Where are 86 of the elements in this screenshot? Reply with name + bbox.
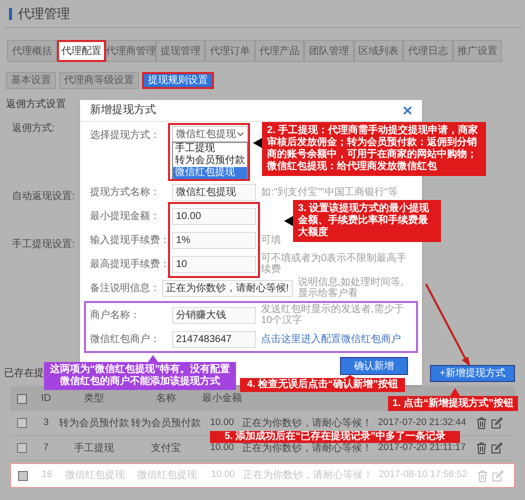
field-hint: 可不填或者为0表示不限制最高手续费: [261, 253, 408, 275]
subtab[interactable]: 提现规则设置: [142, 72, 214, 89]
form-label: 自动返现设置:: [12, 190, 75, 204]
tab[interactable]: 区域列表: [354, 40, 403, 62]
table-cell-text: 手工提现: [73, 442, 115, 456]
table-cell-text: 转为会员预付款: [58, 416, 130, 430]
callout: 这两项为“微信红包提现”特有。没有配置微信红包的商户不能添加该提现方式: [44, 362, 236, 390]
tab[interactable]: 代理产品: [254, 40, 304, 62]
trash-icon[interactable]: [476, 417, 487, 429]
table-cell-text: 支付宝: [150, 442, 182, 456]
table-cell-text: 10.00: [209, 416, 235, 430]
form-label: 备注说明信息：: [90, 282, 160, 296]
section-label: 返佣方式设置: [6, 98, 66, 112]
edit-icon[interactable]: [491, 417, 503, 429]
callout: 1. 点击“新增提现方式”按钮: [388, 396, 518, 411]
input-field[interactable]: 10: [172, 256, 256, 272]
callout: 4. 检查无误后点击“确认新增”按钮: [240, 378, 405, 392]
form-label: 手工提现设置:: [12, 238, 75, 252]
table-cell-text: 正在为你数钞，请耐心等候！: [242, 442, 372, 456]
tab[interactable]: 代理日志: [403, 40, 452, 62]
table-cell-text: 10.00: [209, 440, 235, 455]
dropdown-option[interactable]: 微信红包提现: [173, 167, 247, 179]
field-hint: 说明信息,如处理时间等,显示给客户看: [298, 277, 404, 299]
column-header: 类型: [83, 392, 105, 406]
page-title: 代理管理: [18, 4, 70, 23]
input-field[interactable]: 10.00: [172, 208, 256, 224]
tab[interactable]: 代理概括: [7, 40, 56, 62]
callout: 2. 手工提现：代理商需手动提交提现申请，商家审核后发放佣金；转为会员预付款：返佣到分销商的账号余额中，可用于在商家的网站中购物；微信红包提现：给代理商发放微信红包: [262, 122, 486, 176]
checkbox[interactable]: [17, 443, 27, 453]
column-header: ID: [40, 392, 52, 406]
table-cell-text: 转为会员预付款: [130, 416, 202, 430]
table-cell-text: 3: [42, 416, 50, 430]
subtab[interactable]: 基本设置: [6, 72, 56, 89]
checkbox[interactable]: [18, 470, 28, 480]
tab[interactable]: 团队管理: [304, 40, 354, 62]
field-hint: 发送红包时显示的发送者,需少于10个汉字: [261, 304, 405, 326]
subtab[interactable]: 代理商等级设置: [59, 72, 139, 89]
edit-icon[interactable]: [491, 442, 503, 454]
input-field[interactable]: 正在为你数钞，请耐心等候!: [162, 280, 293, 296]
checkbox[interactable]: [17, 418, 27, 428]
table-cell-text: 16: [40, 468, 54, 482]
dropdown-option[interactable]: 手工提现: [173, 143, 247, 155]
tab[interactable]: 代理订单: [205, 40, 254, 62]
form-label: 输入提现手续费：: [90, 234, 170, 248]
field-hint: 如:"到支付宝""中国工商银行"等: [261, 186, 398, 198]
table-cell-text: 2017-07-20 21:32:44: [376, 416, 468, 430]
tab[interactable]: 推广设置: [452, 40, 502, 62]
title-accent-bar: [9, 8, 12, 20]
add-method-button[interactable]: +新增提现方式: [430, 364, 515, 382]
table-cell-text: 正在为你数钞，请耐心等候！: [243, 468, 373, 483]
dropdown-option[interactable]: 转为会员预付款: [173, 155, 247, 167]
column-header: 最小金额: [202, 392, 242, 406]
config-link[interactable]: 点击这里进入配置微信红包商户: [261, 332, 401, 346]
form-label: 返佣方式:: [12, 122, 55, 136]
caret-icon: [237, 132, 244, 136]
table-cell-text: 微信红包提现: [64, 469, 126, 483]
dialog-title: 新增提现方式: [90, 102, 156, 118]
input-field[interactable]: 1%: [172, 232, 256, 248]
table-cell-text: 微信红包提现: [136, 469, 198, 483]
input-field[interactable]: 分销赚大钱: [172, 306, 256, 324]
callout: 5. 添加成功后在“已存在提现记录”中多了一条记录: [210, 431, 460, 443]
tab[interactable]: 代理商管理: [106, 40, 156, 62]
table-cell-text: 2017-07-20 21:11:17: [377, 440, 467, 455]
form-label: 最高提现手续费：: [90, 258, 170, 272]
form-label: 微信红包商户：: [90, 332, 161, 346]
form-label: 最小提现金额：: [90, 210, 161, 224]
form-label: 提现方式名称：: [90, 186, 161, 200]
table-cell-text: 7: [42, 440, 50, 455]
table-cell-text: 正在为你数钞，请耐心等候！: [242, 416, 372, 430]
tab[interactable]: 提现管理: [156, 40, 205, 62]
input-field[interactable]: 微信红包提现: [172, 184, 256, 200]
form-label: 选择提现方式：: [90, 128, 161, 143]
tab[interactable]: 代理配置: [56, 40, 106, 62]
form-label: 商户名称：: [90, 308, 141, 322]
field-hint: 可填: [261, 234, 281, 246]
table-cell-text: 2017-08-10 17:56:52: [378, 468, 468, 482]
section-label: 已存在提: [3, 366, 44, 380]
input-field[interactable]: 2147483647: [172, 330, 256, 348]
close-icon[interactable]: [403, 106, 412, 115]
table-cell-text: 10.00: [210, 468, 236, 482]
select-field[interactable]: 微信红包提现: [172, 126, 248, 142]
confirm-button[interactable]: 确认新增: [340, 357, 408, 375]
callout: 3. 设置该提现方式的最小提现金额、手续费比率和手续费最大额度: [293, 200, 441, 242]
column-header: 名称: [155, 392, 177, 406]
checkbox[interactable]: [17, 394, 27, 404]
trash-icon[interactable]: [476, 442, 487, 454]
